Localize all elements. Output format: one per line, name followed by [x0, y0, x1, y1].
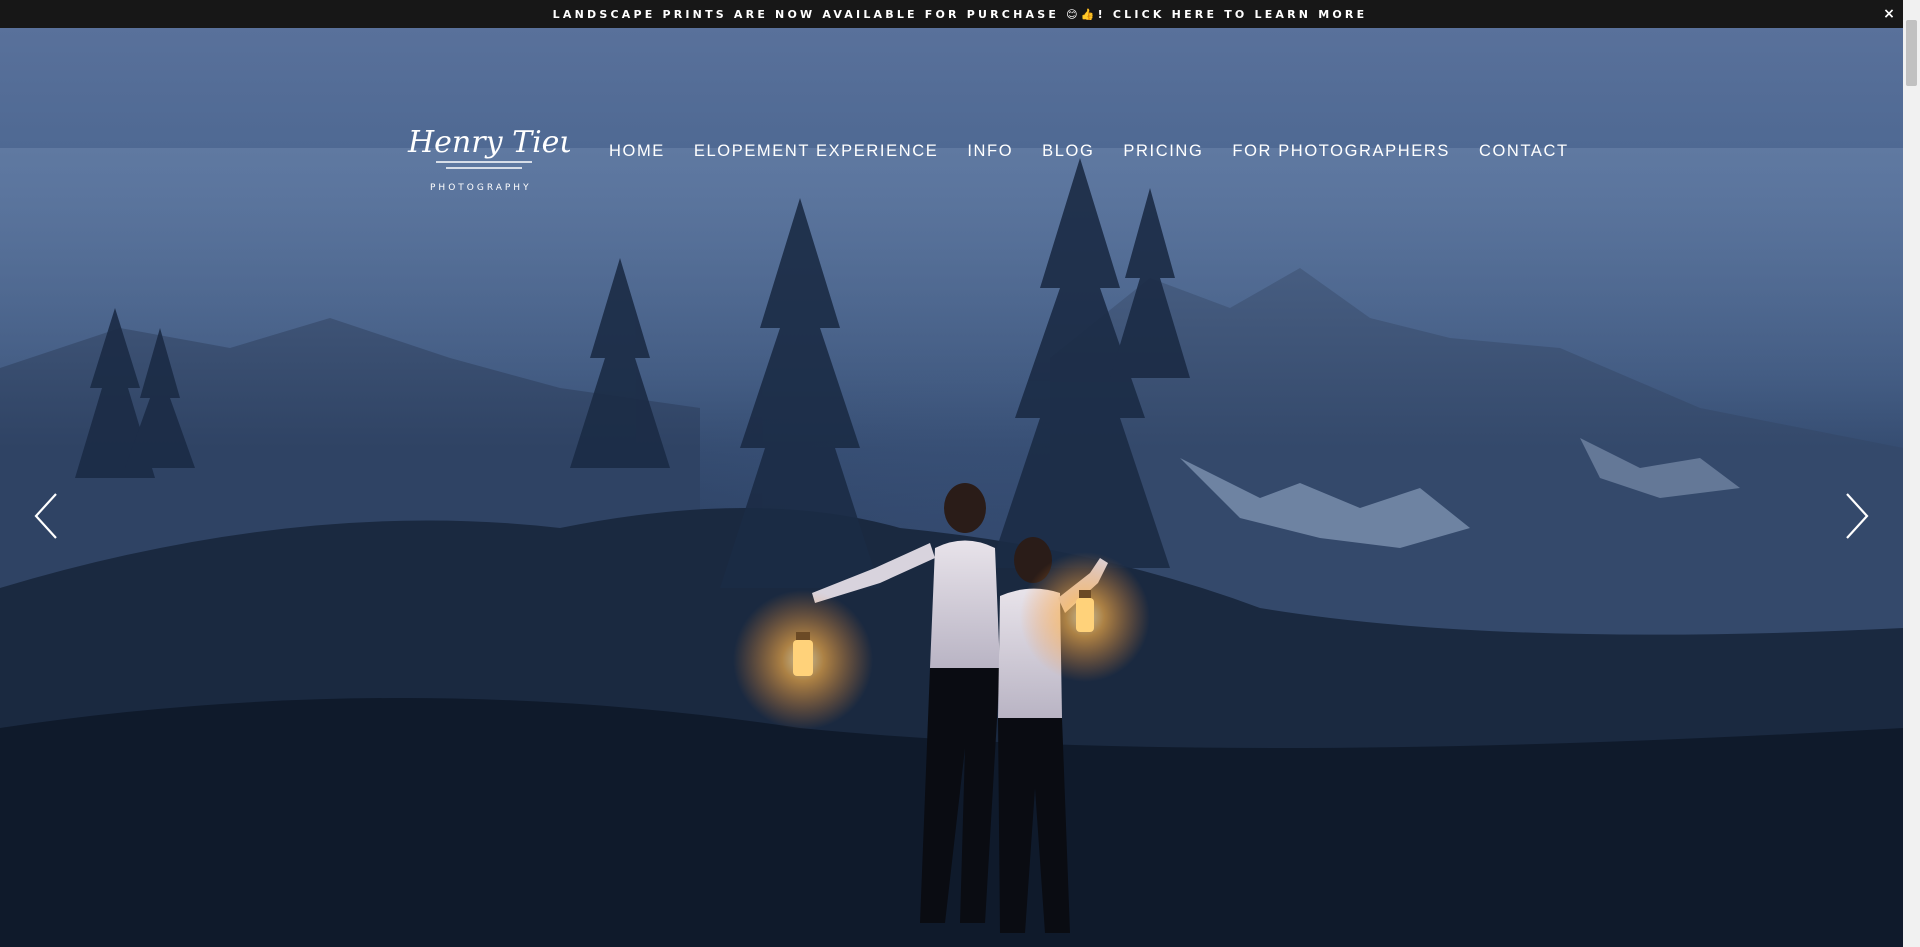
nav-item-elopement-experience[interactable]: ELOPEMENT EXPERIENCE — [694, 142, 938, 161]
nav-item-home[interactable]: HOME — [609, 142, 665, 161]
announcement-text[interactable]: LANDSCAPE PRINTS ARE NOW AVAILABLE FOR P… — [553, 8, 1368, 21]
nav-item-pricing[interactable]: PRICING — [1123, 142, 1203, 161]
hero-photo — [0, 148, 1903, 947]
chevron-left-icon[interactable] — [32, 492, 62, 540]
close-icon[interactable]: × — [1883, 5, 1898, 23]
scrollbar[interactable] — [1903, 0, 1920, 947]
announcement-bar[interactable]: LANDSCAPE PRINTS ARE NOW AVAILABLE FOR P… — [0, 0, 1920, 28]
hero-slideshow: Henry Tieu PHOTOGRAPHY HOME ELOPEMENT EX… — [0, 28, 1903, 947]
scrollbar-thumb[interactable] — [1906, 20, 1917, 86]
nav-item-info[interactable]: INFO — [967, 142, 1013, 161]
main-nav: HOME ELOPEMENT EXPERIENCE INFO BLOG PRIC… — [609, 142, 1569, 161]
logo[interactable]: Henry Tieu PHOTOGRAPHY — [402, 116, 570, 206]
nav-item-contact[interactable]: CONTACT — [1479, 142, 1569, 161]
logo-name: Henry Tieu — [407, 125, 570, 160]
logo-tagline: PHOTOGRAPHY — [430, 183, 532, 193]
nav-item-for-photographers[interactable]: FOR PHOTOGRAPHERS — [1232, 142, 1450, 161]
chevron-right-icon[interactable] — [1841, 492, 1871, 540]
nav-item-blog[interactable]: BLOG — [1042, 142, 1094, 161]
